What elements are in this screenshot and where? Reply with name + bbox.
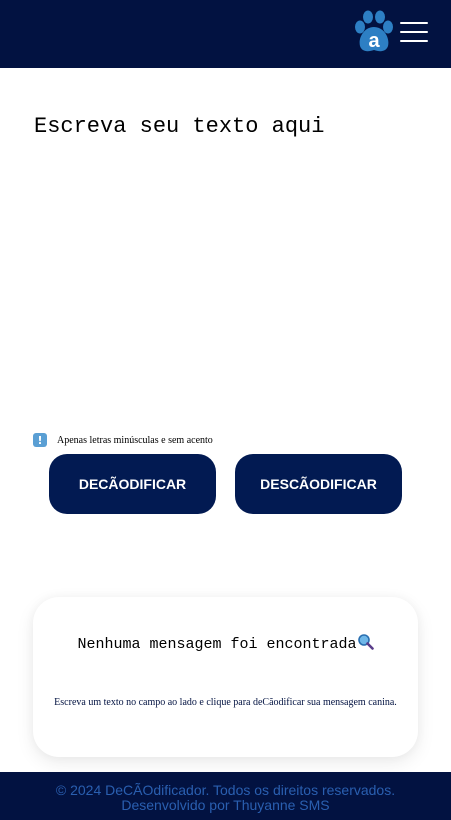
exclamation-info-icon: ! [33, 433, 47, 447]
menu-bar-middle [400, 31, 428, 33]
hamburger-menu-icon[interactable] [398, 19, 430, 45]
hint-text: Apenas letras minúsculas e sem acento [57, 434, 213, 446]
encode-button[interactable]: DECÃODIFICAR [49, 454, 216, 514]
footer-copyright: © 2024 DeCÃOdificador. Todos os direitos… [55, 782, 396, 798]
app-header: a [0, 0, 451, 68]
result-title-text: Nenhuma mensagem foi encontrada [77, 636, 357, 653]
page-footer: © 2024 DeCÃOdificador. Todos os direitos… [0, 772, 451, 820]
input-hint: ! Apenas letras minúsculas e sem acento [33, 432, 213, 448]
message-textarea[interactable] [28, 108, 423, 408]
menu-bar-top [400, 22, 428, 24]
svg-text:a: a [368, 30, 380, 52]
decode-button[interactable]: DESCÃODIFICAR [235, 454, 402, 514]
menu-bar-bottom [400, 40, 428, 42]
result-card: Nenhuma mensagem foi encontrada Escreva … [33, 597, 418, 757]
footer-credit: Desenvolvido por Thuyanne SMS [121, 797, 330, 813]
paw-logo-icon[interactable]: a [352, 10, 396, 54]
result-description: Escreva um texto no campo ao lado e cliq… [54, 697, 397, 708]
magnifier-icon [357, 634, 374, 650]
result-title: Nenhuma mensagem foi encontrada [33, 633, 418, 653]
